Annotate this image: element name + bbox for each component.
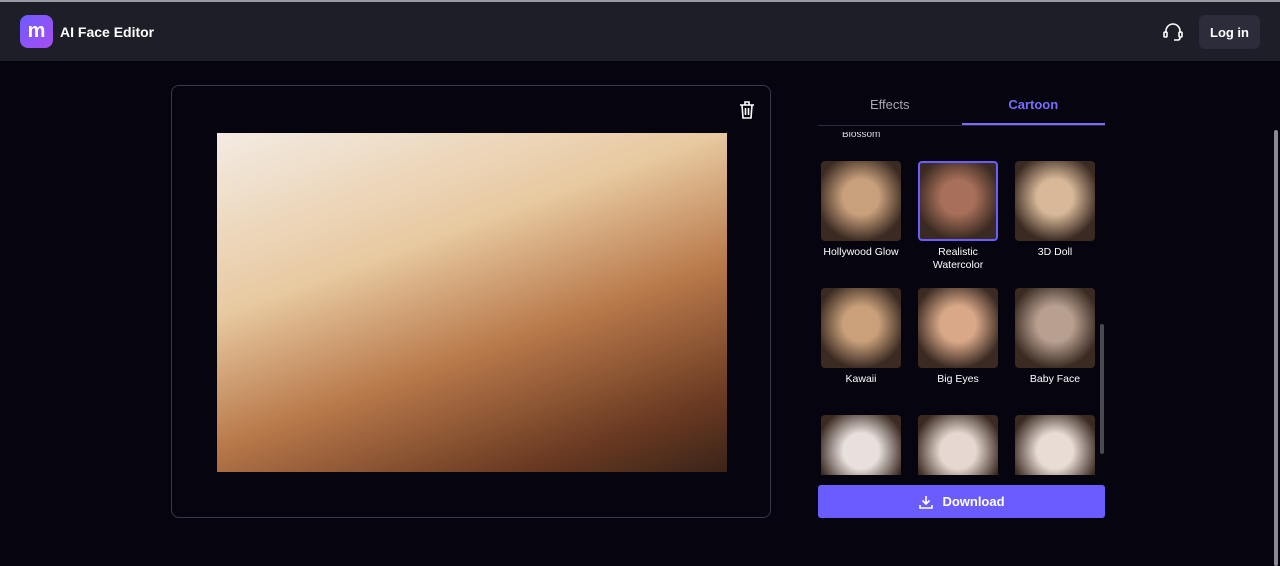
download-icon <box>919 495 934 509</box>
app-logo[interactable]: m <box>20 15 53 48</box>
edited-photo <box>217 133 727 472</box>
style-item[interactable] <box>1015 415 1095 475</box>
style-label: Baby Face <box>1029 373 1081 385</box>
style-item[interactable]: Hollywood Glow <box>821 161 901 259</box>
style-thumbnail <box>821 288 901 368</box>
style-item[interactable]: Kawaii <box>821 288 901 386</box>
style-label: Hollywood Glow <box>823 246 899 258</box>
style-item[interactable] <box>821 415 901 475</box>
style-thumbnail <box>918 288 998 368</box>
download-button[interactable]: Download <box>818 485 1105 518</box>
style-label: Kawaii <box>845 373 877 385</box>
style-label: Realistic Watercolor <box>932 246 984 271</box>
style-thumbnail <box>918 415 998 475</box>
app-header: m AI Face Editor Log in <box>0 2 1280 61</box>
style-thumbnail <box>1015 161 1095 241</box>
style-thumbnail <box>1015 288 1095 368</box>
tab-effects[interactable]: Effects <box>818 88 962 125</box>
page-scrollbar[interactable] <box>1274 130 1278 566</box>
style-thumbnail <box>821 161 901 241</box>
headset-support-icon[interactable] <box>1162 22 1184 42</box>
style-item[interactable]: Realistic Watercolor <box>918 161 998 272</box>
style-thumbnail <box>821 415 901 475</box>
style-item[interactable]: 3D Doll <box>1015 161 1095 259</box>
style-label: Big Eyes <box>937 373 979 385</box>
style-item[interactable] <box>918 415 998 475</box>
style-thumbnail <box>1015 415 1095 475</box>
style-label: 3D Doll <box>1037 246 1073 258</box>
mode-tabs: Effects Cartoon <box>818 88 1105 126</box>
app-title: AI Face Editor <box>60 24 155 40</box>
image-canvas <box>171 85 771 518</box>
tab-cartoon[interactable]: Cartoon <box>961 88 1105 125</box>
style-item[interactable]: Baby Face <box>1015 288 1095 386</box>
login-button[interactable]: Log in <box>1199 15 1260 49</box>
trash-icon[interactable] <box>738 100 756 120</box>
style-item[interactable]: Big Eyes <box>918 288 998 386</box>
style-thumbnail <box>918 161 998 241</box>
download-label: Download <box>942 494 1005 509</box>
style-label-partial: Blossom <box>842 132 881 140</box>
style-list-scrollbar[interactable] <box>1100 324 1104 454</box>
